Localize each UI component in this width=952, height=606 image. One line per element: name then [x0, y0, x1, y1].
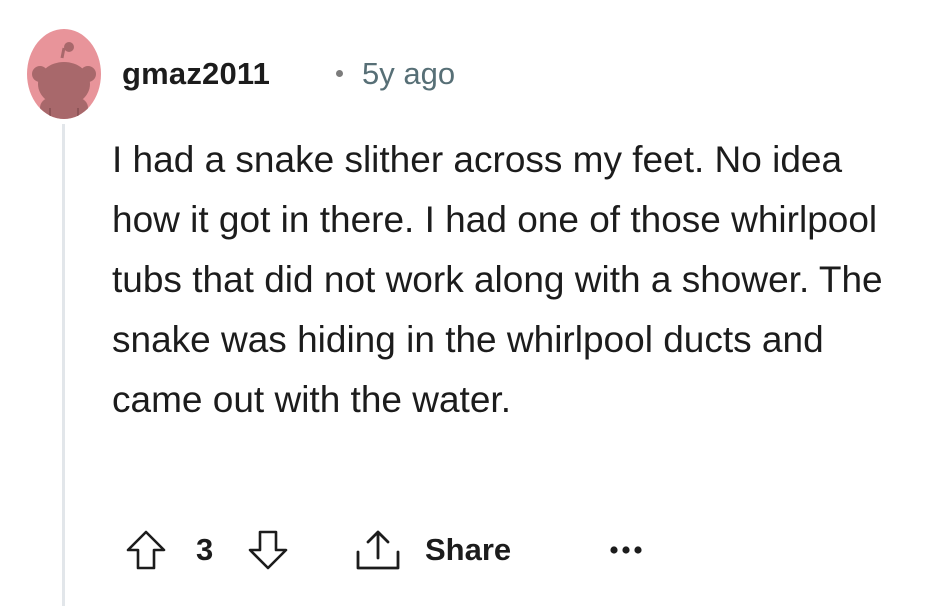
- more-options-icon: [610, 546, 642, 554]
- comment-body: I had a snake slither across my feet. No…: [112, 130, 892, 430]
- share-icon: [356, 530, 400, 570]
- action-bar: 3 Share: [112, 520, 732, 580]
- avatar[interactable]: [26, 28, 102, 120]
- comment-text: I had a snake slither across my feet. No…: [112, 139, 883, 420]
- thread-line[interactable]: [62, 124, 65, 606]
- downvote-button[interactable]: [246, 528, 290, 572]
- arrow-up-icon: [126, 530, 166, 570]
- more-options-button[interactable]: [606, 532, 650, 568]
- share-button[interactable]: Share: [352, 522, 542, 576]
- username[interactable]: gmaz2011: [122, 56, 270, 92]
- arrow-down-icon: [248, 530, 288, 570]
- upvote-button[interactable]: [124, 528, 168, 572]
- timestamp[interactable]: 5y ago: [362, 56, 455, 92]
- share-label: Share: [425, 532, 512, 567]
- vote-score: 3: [196, 532, 214, 567]
- separator-dot: [336, 70, 343, 77]
- snoo-avatar-icon: [27, 29, 101, 119]
